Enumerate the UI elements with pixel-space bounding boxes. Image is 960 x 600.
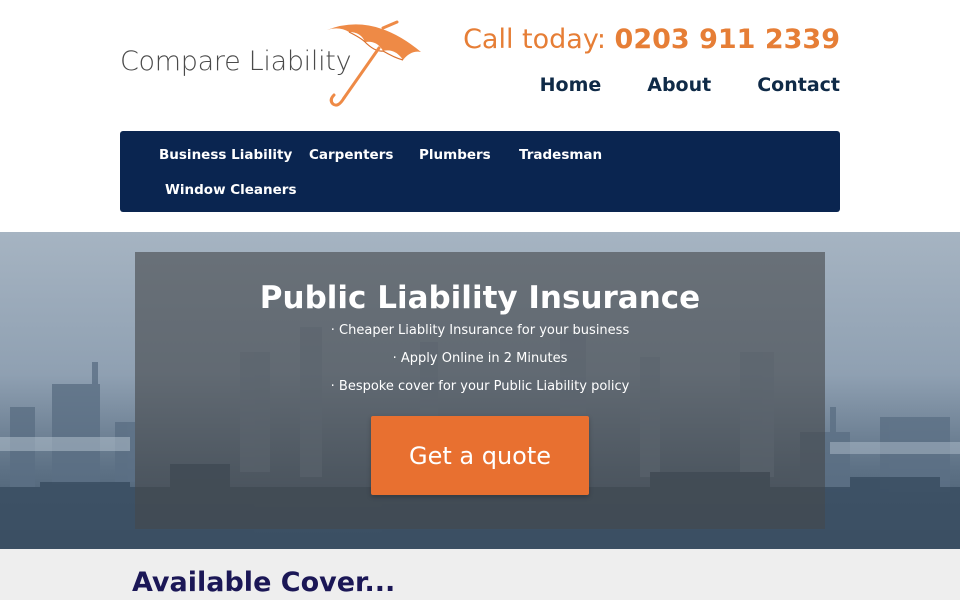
- site-header: Compare Liability Call today: 0203 911 2…: [0, 0, 960, 232]
- section-heading: Available Cover...: [132, 567, 396, 598]
- hero-banner: Public Liability Insurance · Cheaper Lia…: [0, 232, 960, 549]
- phone-number[interactable]: 0203 911 2339: [615, 24, 840, 55]
- nav-business-liability[interactable]: Business Liability: [159, 147, 292, 163]
- hero-title: Public Liability Insurance: [259, 280, 701, 316]
- nav-window-cleaners[interactable]: Window Cleaners: [165, 182, 297, 198]
- hero-benefits-list: · Cheaper Liablity Insurance for your bu…: [135, 317, 825, 401]
- nav-contact-link[interactable]: Contact: [757, 74, 840, 96]
- hero-benefit-item: · Bespoke cover for your Public Liabilit…: [330, 379, 630, 394]
- phone-label: Call today:: [463, 24, 606, 55]
- nav-plumbers[interactable]: Plumbers: [419, 147, 491, 163]
- category-nav: Business Liability Carpenters Plumbers T…: [120, 131, 840, 212]
- get-quote-button[interactable]: Get a quote: [371, 416, 589, 495]
- available-cover-section: Available Cover...: [0, 549, 960, 600]
- nav-carpenters[interactable]: Carpenters: [309, 147, 393, 163]
- nav-about-link[interactable]: About: [647, 74, 711, 96]
- nav-home-link[interactable]: Home: [540, 74, 602, 96]
- umbrella-icon: [327, 20, 421, 107]
- logo-text: Compare Liability: [120, 46, 352, 77]
- phone-callout: Call today: 0203 911 2339: [463, 24, 840, 55]
- logo[interactable]: Compare Liability: [120, 18, 430, 110]
- hero-panel: Public Liability Insurance · Cheaper Lia…: [135, 252, 825, 529]
- hero-benefit-item: · Apply Online in 2 Minutes: [392, 351, 568, 366]
- nav-tradesman[interactable]: Tradesman: [519, 147, 602, 163]
- top-nav: Home About Contact: [540, 74, 840, 96]
- hero-benefit-item: · Cheaper Liablity Insurance for your bu…: [330, 323, 630, 338]
